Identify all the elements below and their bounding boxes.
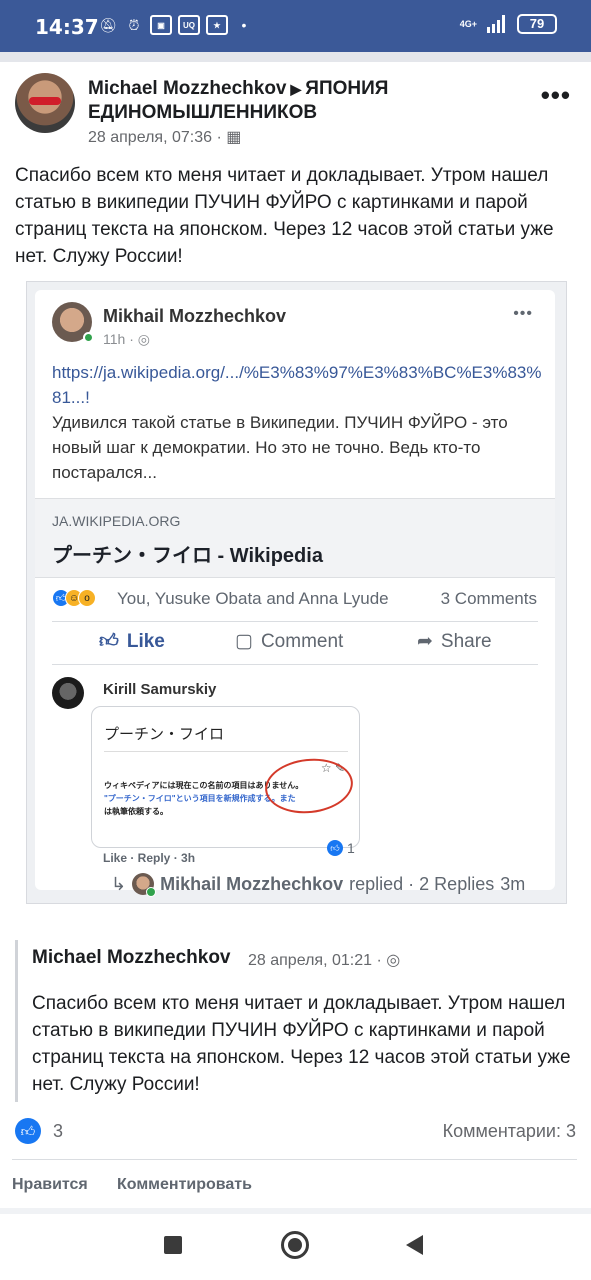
- like-button[interactable]: Нравится: [12, 1176, 88, 1194]
- reaction-comments: 3 Comments: [440, 589, 537, 608]
- screenshot-share-action: ➦ Share: [417, 630, 492, 653]
- preview-title: プーチン・フイロ - Wikipedia: [52, 545, 323, 567]
- comment-meta: Like · Reply · 3h: [103, 851, 196, 865]
- screenshot-comment-action: ▢ Comment: [235, 630, 344, 653]
- globe-icon: ◎: [386, 952, 401, 969]
- group-privacy-icon: ▦: [226, 129, 242, 146]
- wow-reaction-icon: o: [78, 589, 96, 607]
- post-author[interactable]: Michael Mozzhechkov: [88, 78, 287, 99]
- screenshot-post-card: Mikhail Mozzhechkov 11h · ◎ ••• https://…: [35, 290, 555, 897]
- screenshot-link: https://ja.wikipedia.org/.../%E3%83%97%E…: [52, 363, 542, 407]
- likes-summary[interactable]: 👍︎ 3: [15, 1118, 63, 1144]
- screenshot-time: 11h · ◎: [103, 331, 150, 347]
- uniqlo-icon: UQ: [178, 15, 200, 35]
- status-bar: 14:37 🔕︎ ⏰︎ ▣ UQ ★ • 4G+ 79: [0, 0, 591, 52]
- divider: [104, 751, 348, 752]
- thumbs-up-icon: 👍︎: [99, 631, 119, 652]
- commenter-name: Kirill Samurskiy: [103, 681, 217, 698]
- silent-icon: 🔕︎: [99, 16, 117, 33]
- shared-meta: 28 апреля, 01:21 · ◎: [248, 950, 400, 970]
- comment-button[interactable]: Комментировать: [117, 1176, 252, 1194]
- notification-icons: 🔕︎ ⏰︎ ▣ UQ ★ •: [98, 15, 254, 35]
- app-icon: ★: [206, 15, 228, 35]
- reply-arrow-icon: ↳: [111, 873, 127, 894]
- reply-avatar: [132, 873, 157, 897]
- more-options-icon[interactable]: •••: [541, 80, 571, 111]
- comment-image: プーチン・フイロ ☆ ✎ ウィキペディアには現在この名前の項目はありません。 "…: [91, 706, 360, 848]
- divider: [12, 1159, 577, 1160]
- divider: [52, 664, 538, 665]
- shared-text: Спасибо всем кто меня читает и докладыва…: [32, 993, 571, 1095]
- status-right: 4G+ 79: [460, 14, 557, 34]
- divider: [52, 621, 538, 622]
- network-indicator: 4G+: [459, 18, 477, 29]
- comment-icon: ▢: [235, 631, 253, 652]
- like-icon: 👍︎: [15, 1118, 41, 1144]
- online-indicator: [83, 332, 94, 343]
- share-arrow-icon: ▶: [290, 81, 302, 97]
- more-notifications-icon: •: [241, 17, 247, 33]
- comments-count[interactable]: Комментарии: 3: [443, 1121, 576, 1142]
- link-preview: JA.WIKIPEDIA.ORG プーチン・フイロ - Wikipedia: [35, 498, 555, 578]
- replies-row: ↳ Mikhail Mozzhechkov replied · 2 Replie…: [111, 873, 526, 897]
- reaction-icons: 👍︎ ☺ o: [52, 589, 96, 607]
- signal-icon: [487, 15, 505, 33]
- reaction-names: You, Yusuke Obata and Anna Lyude: [117, 589, 389, 608]
- screenshot-like-action: 👍︎ Like: [99, 630, 165, 653]
- comment-image-title: プーチン・フイロ: [104, 725, 225, 743]
- battery-indicator: 79: [517, 14, 557, 34]
- shared-post-bar: [15, 940, 18, 1102]
- attached-screenshot[interactable]: Mikhail Mozzhechkov 11h · ◎ ••• https://…: [26, 281, 567, 904]
- gallery-icon: ▣: [150, 15, 172, 35]
- home-icon[interactable]: [281, 1231, 309, 1259]
- post-author-line: Michael Mozzhechkov ▶ ЯПОНИЯ ЕДИНОМЫШЛЕННИ…: [88, 77, 508, 125]
- post-text: Спасибо всем кто меня читает и докладыва…: [15, 165, 554, 267]
- shared-date[interactable]: 28 апреля, 01:21 ·: [248, 952, 382, 969]
- shared-author[interactable]: Michael Mozzhechkov: [32, 947, 231, 969]
- post-date[interactable]: 28 апреля, 07:36 ·: [88, 129, 222, 146]
- separator-band: [0, 52, 591, 62]
- alarm-icon: ⏰︎: [128, 16, 140, 33]
- like-icon: 👍︎: [327, 840, 343, 856]
- share-icon: ➦: [417, 631, 433, 652]
- author-avatar[interactable]: [15, 73, 75, 133]
- preview-domain: JA.WIKIPEDIA.ORG: [52, 513, 181, 529]
- globe-icon: ◎: [137, 331, 150, 347]
- screenshot-more-icon: •••: [513, 305, 533, 322]
- status-time: 14:37: [35, 15, 99, 39]
- android-nav-bar: [0, 1214, 591, 1280]
- likes-count: 3: [53, 1120, 64, 1141]
- post-meta: 28 апреля, 07:36 · ▦: [88, 127, 241, 147]
- screenshot-text: Удивился такой статье в Википедии. ПУЧИН…: [52, 413, 508, 482]
- screenshot-author: Mikhail Mozzhechkov: [103, 306, 287, 326]
- comment-likes: 👍︎ 1: [327, 840, 355, 856]
- back-icon[interactable]: [406, 1235, 423, 1255]
- recent-apps-icon[interactable]: [164, 1236, 182, 1254]
- commenter-avatar: [52, 677, 84, 709]
